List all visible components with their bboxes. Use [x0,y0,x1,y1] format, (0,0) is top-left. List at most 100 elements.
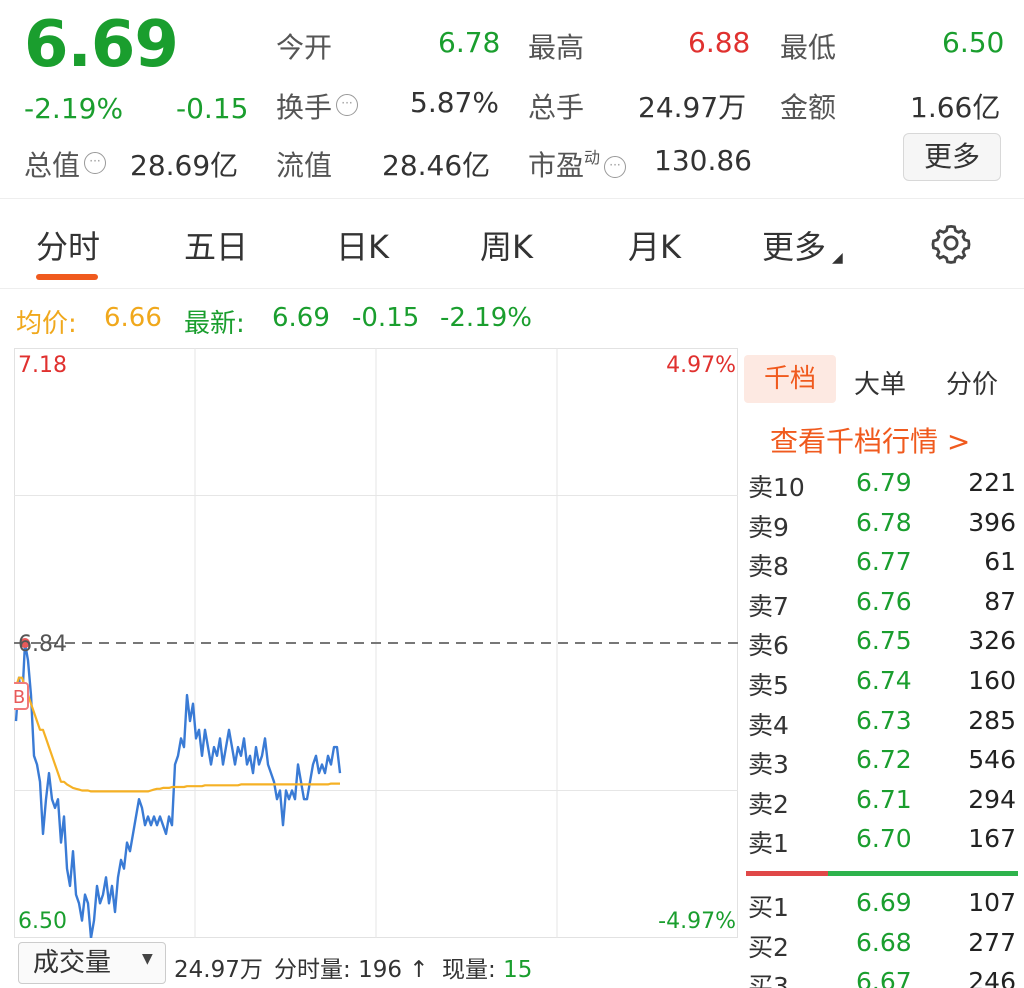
float-label: 流值 [276,149,333,182]
latest-label: 最新: [184,309,245,339]
ask-volume: 61 [984,547,1016,577]
bid-row[interactable]: 买2 6.68 277 [748,928,1016,966]
pe-label: 市盈动 ··· [528,144,627,184]
ask-level-label: 卖9 [748,512,789,542]
pct-max-label: 4.97% [666,353,736,378]
tab-monthly-k[interactable]: 月K [628,222,681,268]
buy-ratio-bar [828,871,1018,876]
ask-volume: 87 [984,586,1016,616]
ask-volume: 160 [968,666,1016,695]
change-percent: -2.19% [24,92,124,125]
tab-daily-k[interactable]: 日K [336,222,389,268]
ask-level-label: 卖3 [748,750,789,780]
current-volume: 现量: 15 [442,957,533,983]
avg-price-label: 均价: [16,309,77,339]
svg-text:B: B [14,687,25,708]
sell-ratio-bar [746,871,828,876]
volume-value: 24.97万 [638,91,747,124]
ask-volume: 326 [968,626,1016,656]
latest-change-pct: -2.19% [440,303,532,333]
bid-level-label: 买2 [748,932,789,962]
divider [0,198,1024,199]
high-value: 6.88 [688,26,751,59]
ask-level-label: 卖7 [748,591,789,621]
ask-price: 6.74 [856,666,912,695]
y-max-label: 7.18 [18,353,67,378]
ask-row[interactable]: 卖8 6.77 61 [748,547,1016,585]
ask-price: 6.72 [856,745,912,775]
ask-row[interactable]: 卖4 6.73 285 [748,706,1016,744]
ask-price: 6.75 [856,626,912,656]
tab-price-distribution[interactable]: 分价 [946,364,998,401]
info-icon[interactable]: ··· [84,152,107,174]
pe-value: 130.86 [654,144,752,177]
bid-price: 6.69 [856,888,912,917]
bid-row[interactable]: 买3 6.67 246 [748,967,1016,988]
latest-change: -0.15 [352,303,420,333]
ask-volume: 294 [968,784,1016,814]
low-label: 最低 [780,31,837,64]
ask-level-label: 卖1 [748,829,789,859]
ask-row[interactable]: 卖2 6.71 294 [748,785,1016,823]
ask-volume: 396 [968,507,1016,537]
avg-price-value: 6.66 [104,303,162,333]
prev-close-label: 6.84 [18,632,67,657]
tab-order-depth[interactable]: 千档 [744,355,836,403]
open-value: 6.78 [438,26,501,59]
tick-volume: 分时量: 196 ↑ [274,957,429,983]
buy-marker[interactable]: B [14,682,29,711]
active-tab-indicator [36,274,98,280]
latest-value: 6.69 [272,303,330,333]
ask-row[interactable]: 卖3 6.72 546 [748,745,1016,783]
ask-row[interactable]: 卖9 6.78 396 [748,508,1016,546]
info-icon[interactable]: ··· [336,94,359,116]
ask-price: 6.79 [856,468,912,497]
tab-intraday[interactable]: 分时 [36,222,100,268]
ask-row[interactable]: 卖6 6.75 326 [748,626,1016,664]
ask-price: 6.76 [856,586,912,616]
tab-weekly-k[interactable]: 周K [480,222,533,268]
ask-level-label: 卖5 [748,671,789,700]
divider [0,288,1024,289]
ask-volume: 285 [968,705,1016,735]
change-amount: -0.15 [176,92,249,125]
intraday-chart[interactable]: B 7.18 6.50 4.97% -4.97% 6.84 [14,348,738,938]
gear-icon[interactable] [930,222,972,268]
open-label: 今开 [276,31,333,64]
view-depth-link[interactable]: 查看千档行情 > [770,420,970,460]
avg-price-series-line [14,676,340,793]
ask-row[interactable]: 卖7 6.76 87 [748,587,1016,625]
ask-price: 6.77 [856,547,912,577]
ask-price: 6.71 [856,784,912,814]
ask-level-label: 卖2 [748,789,789,819]
turnover-value: 5.87% [410,86,499,119]
bid-price: 6.67 [856,967,912,988]
ask-row[interactable]: 卖1 6.70 167 [748,824,1016,862]
bid-volume: 277 [968,927,1016,957]
ask-row[interactable]: 卖5 6.74 160 [748,666,1016,704]
turnover-label: 换手 ··· [276,86,359,126]
bid-level-label: 买1 [748,893,789,922]
more-button[interactable]: 更多 [903,133,1001,181]
ask-volume: 221 [968,468,1016,497]
tab-more[interactable]: 更多 ◢ [762,222,843,268]
mcap-label: 总值 ··· [24,144,107,184]
tab-large-orders[interactable]: 大单 [854,364,906,401]
ask-level-label: 卖6 [748,631,789,661]
ask-price: 6.73 [856,705,912,735]
low-value: 6.50 [942,26,1005,59]
float-value: 28.46亿 [382,149,491,182]
bid-row[interactable]: 买1 6.69 107 [748,888,1016,926]
bid-level-label: 买3 [748,972,789,988]
current-price: 6.69 [24,8,179,82]
pct-min-label: -4.97% [658,909,736,934]
volume-label: 总手 [528,91,585,124]
total-volume: 24.97万 [174,957,263,983]
y-min-label: 6.50 [18,909,67,934]
ask-volume: 167 [968,824,1016,854]
ask-row[interactable]: 卖10 6.79 221 [748,468,1016,506]
caret-down-icon: ◢ [832,250,843,266]
bid-price: 6.68 [856,927,912,957]
info-icon[interactable]: ··· [604,156,627,178]
tab-five-day[interactable]: 五日 [184,222,248,268]
